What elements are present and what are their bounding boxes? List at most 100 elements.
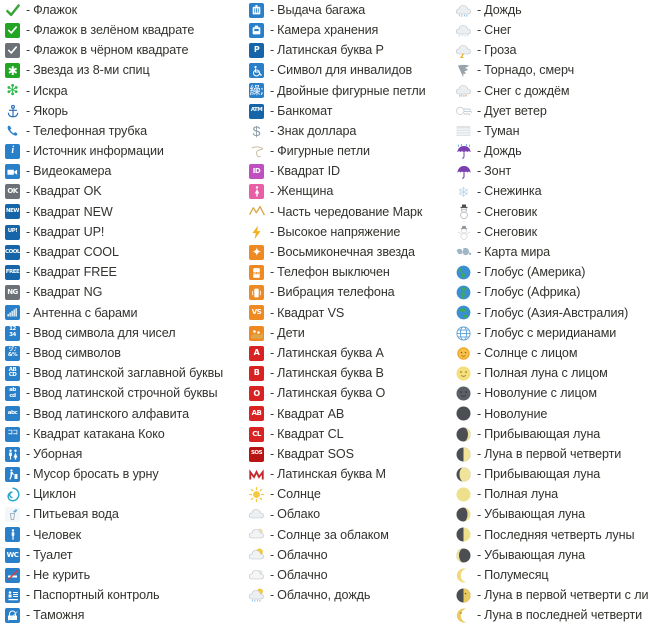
emoji-label: Телефонная трубка xyxy=(33,123,148,138)
emoji-list-item: - Дует ветер xyxy=(454,101,664,121)
emoji-label: Высокое напряжение xyxy=(277,224,401,239)
emoji-label: Звезда из 8-ми спиц xyxy=(33,63,150,78)
emoji-label: Глобус (Африка) xyxy=(484,285,581,300)
separator-dash: - xyxy=(270,184,275,199)
check-mark-icon xyxy=(3,1,22,19)
separator-dash: - xyxy=(26,386,31,401)
cloud-with-rain-icon xyxy=(454,1,473,19)
emoji-label: Квадрат NEW xyxy=(33,204,113,219)
emoji-list-item: - Прибывающая луна xyxy=(454,464,664,484)
emoji-label: Латинская буква M xyxy=(277,467,386,482)
emoji-list-item: 12 34- Ввод символа для чисел xyxy=(3,323,243,343)
squared-cool-icon: COOL xyxy=(3,243,22,261)
separator-dash: - xyxy=(477,608,482,623)
separator-dash: - xyxy=(270,568,275,583)
emoji-label: Человек xyxy=(33,527,82,542)
curly-loop-icon xyxy=(247,142,266,160)
emoji-label: Торнадо, смерч xyxy=(484,63,575,78)
emoji-label: Прибывающая луна xyxy=(484,467,601,482)
emoji-label: Луна в последней четверти xyxy=(484,608,643,623)
double-curly-loop-icon: 繰; xyxy=(249,83,264,99)
emoji-label: Квадрат SOS xyxy=(277,446,354,461)
emoji-list-item: - Часть чередование Марк xyxy=(247,202,452,222)
emoji-list-item: COOL - Квадрат COOL xyxy=(3,242,243,262)
emoji-label: Дети xyxy=(277,325,305,340)
emoji-list-item: - Снег с дождём xyxy=(454,81,664,101)
separator-dash: - xyxy=(270,547,275,562)
emoji-list-item: - Флажок xyxy=(3,0,243,20)
negative-squared-latin-a-icon: A xyxy=(247,344,266,362)
sun-behind-rain-cloud-icon xyxy=(247,587,266,605)
sun-behind-small-cloud-icon xyxy=(247,546,266,564)
emoji-label: Двойные фигурные петли xyxy=(277,83,426,98)
white-heavy-check-mark-icon xyxy=(3,21,22,39)
separator-dash: - xyxy=(26,285,31,300)
emoji-list-item: - Облачно xyxy=(247,545,452,565)
svg-text:*: * xyxy=(459,34,461,38)
emoji-list-item: - Снеговик xyxy=(454,222,664,242)
cloud-icon xyxy=(247,506,266,524)
squared-vs-icon: VS xyxy=(247,304,266,322)
emoji-list-item: ココ - Квадрат катакана Коко xyxy=(3,424,243,444)
emoji-list-item: - Якорь xyxy=(3,101,243,121)
emoji-list-item: - Телефонная трубка xyxy=(3,121,243,141)
separator-dash: - xyxy=(26,446,31,461)
potable-water-icon xyxy=(3,506,22,524)
emoji-list-item: - Паспортный контроль xyxy=(3,585,243,605)
emoji-list-item: - Зонт xyxy=(454,162,664,182)
emoji-label: Флажок в зелёном квадрате xyxy=(33,22,195,37)
emoji-list-item: - Глобус с меридианами xyxy=(454,323,664,343)
emoji-list-item: OFF - Телефон выключен xyxy=(247,262,452,282)
full-moon-icon xyxy=(454,486,473,504)
separator-dash: - xyxy=(477,568,482,583)
emoji-label: Питьевая вода xyxy=(33,507,119,522)
emoji-list-item: - Камера хранения xyxy=(247,20,452,40)
emoji-label: Полная луна с лицом xyxy=(484,366,608,381)
separator-dash: - xyxy=(477,43,482,58)
separator-dash: - xyxy=(270,366,275,381)
separator-dash: - xyxy=(270,23,275,38)
sun-with-face-icon xyxy=(454,344,473,362)
emoji-label: Флажок xyxy=(33,2,78,17)
emoji-label: Новолуние xyxy=(484,406,548,421)
squared-new-icon: NEW xyxy=(3,203,22,221)
emoji-list-item: 繰; - Двойные фигурные петли xyxy=(247,81,452,101)
restroom-icon xyxy=(3,445,22,463)
negative-squared-latin-b-icon: B xyxy=(247,364,266,382)
emoji-label: Убывающая луна xyxy=(484,507,586,522)
emoji-list-item: O - Латинская буква O xyxy=(247,384,452,404)
emoji-list-item: - Убывающая луна xyxy=(454,545,664,565)
emoji-label: Снег с дождём xyxy=(484,83,570,98)
emoji-list-item: - Торнадо, смерч xyxy=(454,61,664,81)
emoji-label: Якорь xyxy=(33,103,68,118)
emoji-list-item: - Солнце xyxy=(247,485,452,505)
emoji-list-item: - Новолуние с лицом xyxy=(454,384,664,404)
separator-dash: - xyxy=(26,487,31,502)
separator-dash: - xyxy=(26,507,31,522)
separator-dash: - xyxy=(26,366,31,381)
emoji-list-item: - Видеокамера xyxy=(3,162,243,182)
emoji-label: Последняя четверть луны xyxy=(484,527,635,542)
emoji-list-item: AB CD - Ввод латинской заглавной буквы xyxy=(3,363,243,383)
emoji-list-item: ✦ - Восьмиконечная звезда xyxy=(247,242,452,262)
emoji-list-item: - Последняя четверть луны xyxy=(454,525,664,545)
earth-globe-asia-australia-icon xyxy=(454,304,473,322)
emoji-list-item: WC - Туалет xyxy=(3,545,243,565)
passport-control-icon xyxy=(3,587,22,605)
emoji-label: Ввод латинской заглавной буквы xyxy=(33,366,224,381)
separator-dash: - xyxy=(270,265,275,280)
emoji-list-item: - Луна в первой четверти xyxy=(454,444,664,464)
separator-dash: - xyxy=(270,123,275,138)
new-moon-icon xyxy=(454,405,473,423)
emoji-list-item: ❄ - Снежинка xyxy=(454,182,664,202)
separator-dash: - xyxy=(26,184,31,199)
negative-squared-ab-icon: AB xyxy=(247,405,266,423)
water-closet-icon: WC xyxy=(3,546,22,564)
emoji-label: Женщина xyxy=(277,184,334,199)
emoji-label: Ввод латинской строчной буквы xyxy=(33,386,218,401)
emoji-list-item: SOS - Квадрат SOS xyxy=(247,444,452,464)
emoji-label: Луна в первой четверти с ли xyxy=(484,588,649,603)
separator-dash: - xyxy=(26,83,31,98)
separator-dash: - xyxy=(477,467,482,482)
snowman-without-snow-icon xyxy=(454,223,473,241)
